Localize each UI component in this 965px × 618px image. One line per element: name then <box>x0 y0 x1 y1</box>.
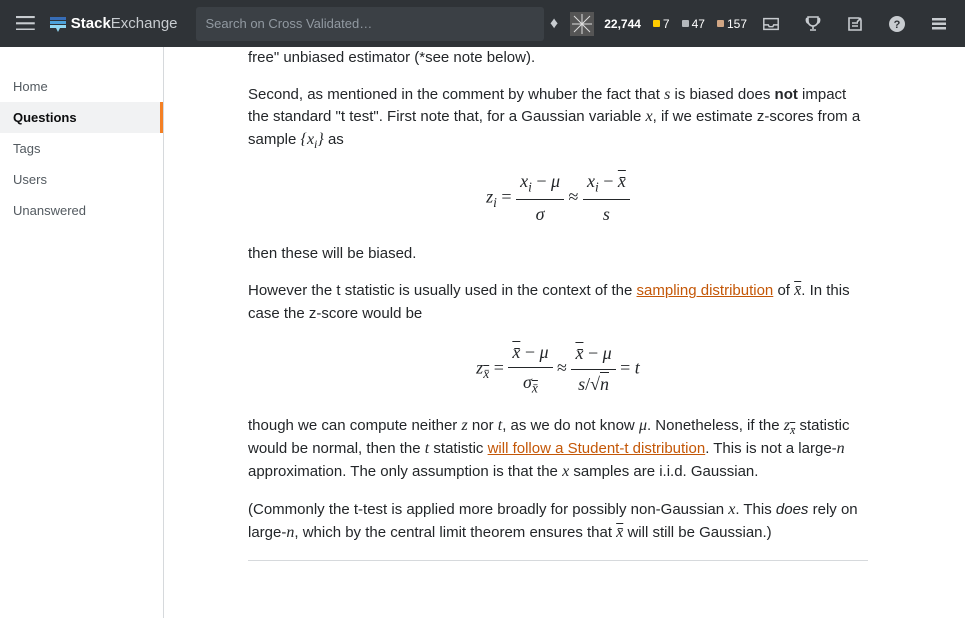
nav-tags[interactable]: Tags <box>0 133 163 164</box>
search-input[interactable] <box>206 16 535 31</box>
equation-2: zx̄ = x̄ − μσx̄ ≈ x̄ − μs/√n = t <box>248 340 868 399</box>
layout: Home Questions Tags Users Unanswered fre… <box>0 47 965 618</box>
menu-icon[interactable] <box>16 16 35 32</box>
inbox-icon[interactable] <box>761 14 781 34</box>
svg-text:?: ? <box>894 19 901 31</box>
avatar[interactable] <box>570 12 594 36</box>
link-student-t[interactable]: will follow a Student-t distribution <box>488 440 706 457</box>
logo-text-light: Exchange <box>111 15 178 32</box>
topbar: StackExchange ♦ 22,744 7 47 157 ? <box>0 0 965 47</box>
nav-questions[interactable]: Questions <box>0 102 163 133</box>
nav-unanswered[interactable]: Unanswered <box>0 195 163 226</box>
review-icon[interactable] <box>845 14 865 34</box>
help-icon[interactable]: ? <box>887 14 907 34</box>
site-switcher-icon[interactable] <box>929 14 949 34</box>
achievements-icon[interactable] <box>803 14 823 34</box>
sidebar: Home Questions Tags Users Unanswered <box>0 47 164 618</box>
paragraph: though we can compute neither z nor t, a… <box>248 415 868 484</box>
reputation[interactable]: 22,744 <box>604 17 641 31</box>
topbar-right: ♦ 22,744 7 47 157 ? <box>544 12 957 36</box>
silver-badge[interactable]: 47 <box>682 17 705 31</box>
paragraph: Second, as mentioned in the comment by w… <box>248 84 868 153</box>
answer-body: free" unbiased estimator (*see note belo… <box>248 47 868 561</box>
paragraph: However the t statistic is usually used … <box>248 280 868 323</box>
logo-text-bold: Stack <box>71 15 111 32</box>
link-sampling-distribution[interactable]: sampling distribution <box>637 282 774 299</box>
bronze-badge[interactable]: 157 <box>717 17 747 31</box>
nav-home[interactable]: Home <box>0 71 163 102</box>
site-logo[interactable]: StackExchange <box>43 15 184 33</box>
truncated-line: free" unbiased estimator (*see note belo… <box>248 47 868 68</box>
divider <box>248 560 868 561</box>
search-box[interactable] <box>196 7 545 41</box>
paragraph: then these will be biased. <box>248 243 868 264</box>
equation-1: zi = xi − μσ ≈ xi − x̄s <box>248 169 868 228</box>
paragraph: (Commonly the t-test is applied more bro… <box>248 499 868 544</box>
gold-badge[interactable]: 7 <box>653 17 670 31</box>
content: free" unbiased estimator (*see note belo… <box>164 47 965 618</box>
moderator-diamond-icon[interactable]: ♦ <box>544 15 564 33</box>
nav-users[interactable]: Users <box>0 164 163 195</box>
